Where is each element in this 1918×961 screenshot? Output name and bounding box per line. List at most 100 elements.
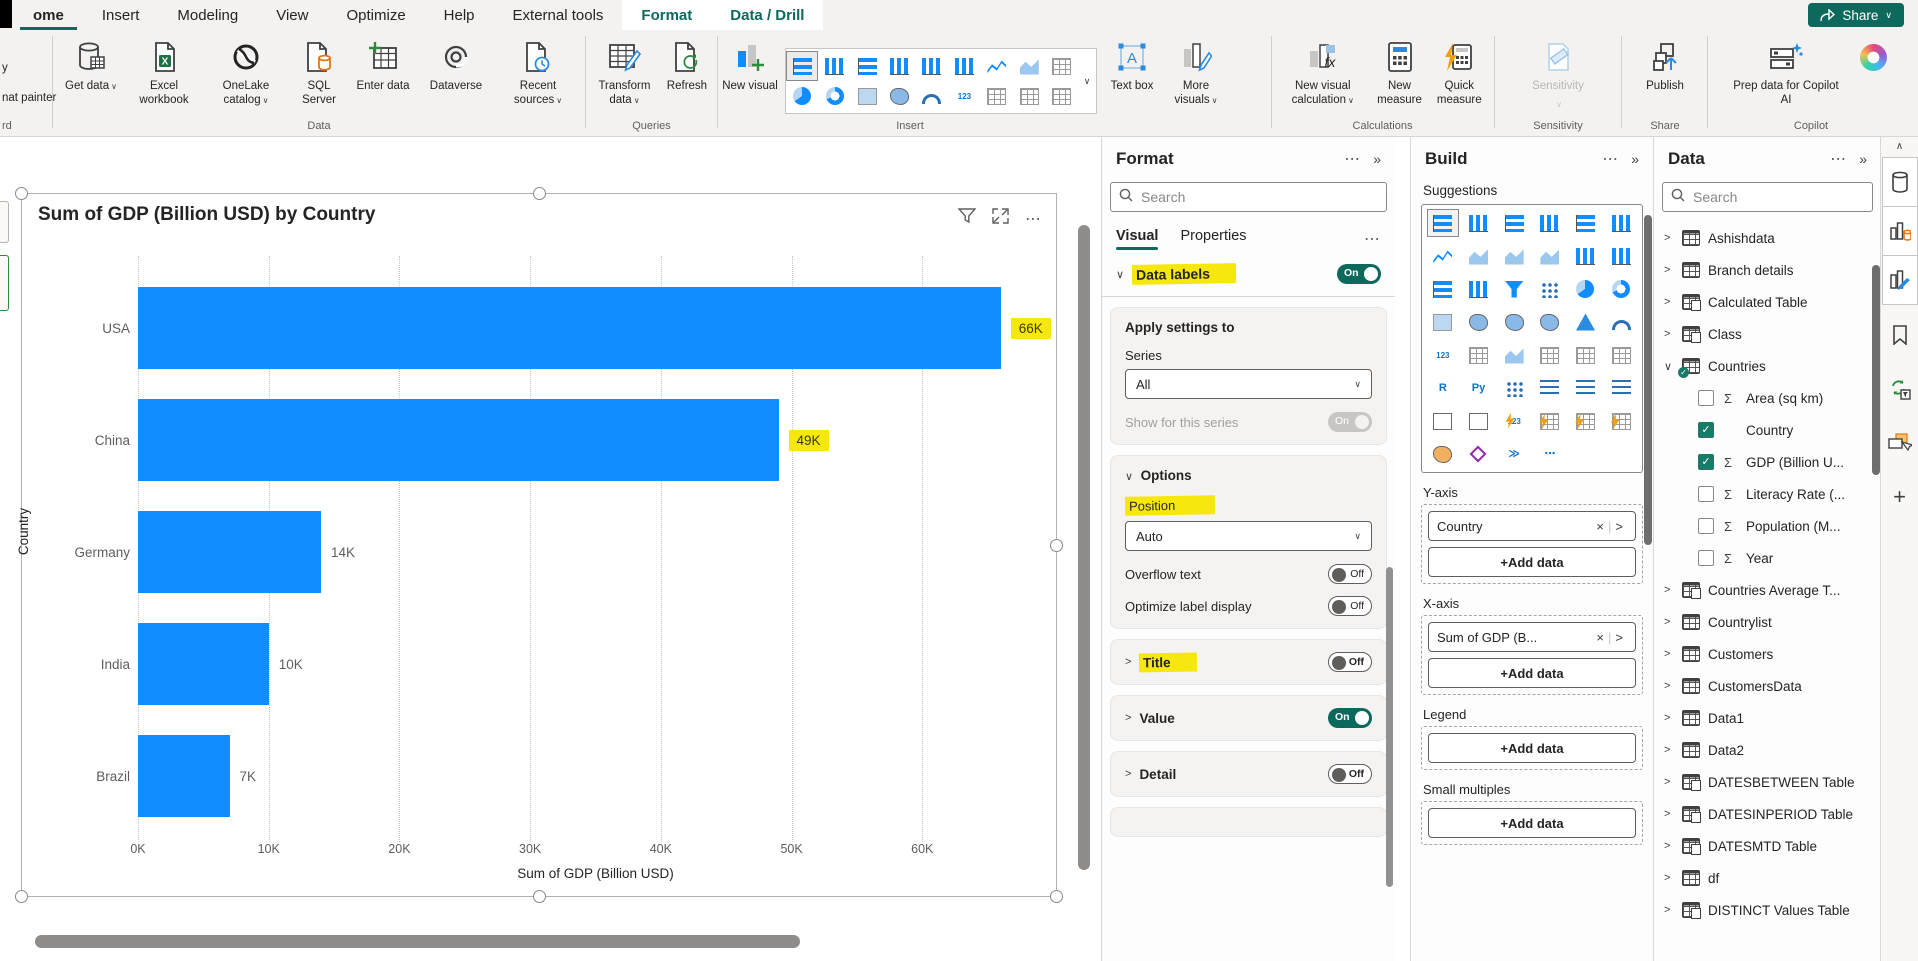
line-chart-icon[interactable] xyxy=(1428,243,1458,269)
data-pane-rail-button[interactable] xyxy=(1881,157,1918,207)
donut-chart-icon[interactable] xyxy=(1606,276,1636,302)
new-visual-button[interactable]: New visual xyxy=(721,40,779,94)
add-data-button[interactable]: +Add data xyxy=(1428,658,1636,688)
y-axis-well[interactable]: Country × | > +Add data xyxy=(1421,504,1643,584)
collapse-pane-icon[interactable]: » xyxy=(1859,151,1867,167)
title-card[interactable]: > Title Off xyxy=(1110,639,1387,685)
share-button[interactable]: Share ∨ xyxy=(1808,3,1904,27)
metrics-icon[interactable] xyxy=(1428,408,1458,434)
card-icon[interactable]: 123 xyxy=(1428,342,1458,368)
selection-rail-button[interactable] xyxy=(1882,419,1918,467)
field-pill-country[interactable]: Country × | > xyxy=(1428,511,1636,541)
stacked-bar-chart-icon[interactable] xyxy=(786,51,819,81)
table-item[interactable]: > DISTINCT Values Table xyxy=(1654,894,1881,926)
small-multiples-well[interactable]: +Add data xyxy=(1421,801,1643,845)
collapse-pane-icon[interactable]: » xyxy=(1631,151,1639,167)
excel-workbook-button[interactable]: X Excel workbook xyxy=(126,40,202,108)
table-item[interactable]: > Data2 xyxy=(1654,734,1881,766)
bar-germany[interactable] xyxy=(138,511,321,593)
chevron-up-icon[interactable]: ∧ xyxy=(1896,141,1903,152)
transform-data-button[interactable]: Transform data xyxy=(589,40,660,108)
detail-card[interactable]: > Detail Off xyxy=(1110,751,1387,797)
search-input[interactable] xyxy=(1693,189,1874,205)
matrix-icon[interactable] xyxy=(1047,82,1077,110)
more-visuals-button[interactable]: More visuals xyxy=(1167,40,1225,108)
new-text-slicer-icon[interactable] xyxy=(1570,408,1600,434)
remove-field-icon[interactable]: × xyxy=(1592,519,1608,534)
bookmarks-rail-button[interactable] xyxy=(1882,311,1918,359)
gauge-icon[interactable] xyxy=(1606,309,1636,335)
more-options-icon[interactable]: ⋯ xyxy=(1830,149,1847,169)
tab-home[interactable]: ome xyxy=(14,0,83,30)
field-checkbox[interactable]: ✓ xyxy=(1698,422,1714,438)
field-options-icon[interactable]: > xyxy=(1611,630,1627,645)
line-chart-icon[interactable] xyxy=(982,52,1012,80)
text-box-button[interactable]: A Text box xyxy=(1103,40,1161,94)
format-pane-rail-button[interactable] xyxy=(1881,255,1918,305)
collapse-pane-icon[interactable]: » xyxy=(1373,151,1381,167)
table-icon[interactable] xyxy=(1014,82,1044,110)
field-item[interactable]: Σ Literacy Rate (... xyxy=(1654,478,1881,510)
sync-slicers-rail-button[interactable] xyxy=(1882,365,1918,413)
quick-measure-button[interactable]: Quick measure xyxy=(1430,40,1488,108)
chevron-right-icon[interactable]: > xyxy=(1664,712,1682,724)
edge-button-partial-2[interactable] xyxy=(0,255,9,311)
tab-view[interactable]: View xyxy=(257,0,327,30)
chevron-right-icon[interactable]: > xyxy=(1664,264,1682,276)
search-input[interactable] xyxy=(1141,189,1378,205)
recent-sources-button[interactable]: Recent sources xyxy=(500,40,576,108)
more-options-icon[interactable]: ⋯ xyxy=(1364,229,1381,249)
chevron-right-icon[interactable]: > xyxy=(1664,808,1682,820)
copilot-button[interactable] xyxy=(1855,40,1891,74)
chevron-right-icon[interactable]: > xyxy=(1664,840,1682,852)
filled-map-icon[interactable] xyxy=(1499,309,1529,335)
chevron-right-icon[interactable]: > xyxy=(1664,648,1682,660)
field-item[interactable]: Σ Year xyxy=(1654,542,1881,574)
100-stacked-bar-chart-icon[interactable] xyxy=(1570,210,1600,236)
bar-china[interactable] xyxy=(138,399,779,481)
bar-brazil[interactable] xyxy=(138,735,230,817)
get-data-button[interactable]: Get data xyxy=(62,40,120,94)
field-item[interactable]: Σ Population (M... xyxy=(1654,510,1881,542)
area-chart-icon[interactable] xyxy=(1463,243,1493,269)
line-and-clustered-column-chart-icon[interactable] xyxy=(949,52,979,80)
more-visuals-icon[interactable]: ⋯ xyxy=(1535,441,1565,467)
column-chart-icon[interactable] xyxy=(885,52,915,80)
tab-data-drill[interactable]: Data / Drill xyxy=(711,0,824,30)
slicer-icon[interactable] xyxy=(1047,52,1077,80)
table-item[interactable]: > Branch details xyxy=(1654,254,1881,286)
power-automate-icon[interactable]: ≫ xyxy=(1499,441,1529,467)
bar-india[interactable] xyxy=(138,623,269,705)
chevron-right-icon[interactable]: > xyxy=(1664,904,1682,916)
slicer-icon[interactable] xyxy=(1535,342,1565,368)
resize-handle-right-middle[interactable] xyxy=(1050,539,1063,552)
data-pane-scrollbar[interactable] xyxy=(1872,265,1880,475)
refresh-button[interactable]: Refresh xyxy=(660,40,714,94)
chevron-right-icon[interactable]: > xyxy=(1664,584,1682,596)
table-item[interactable]: > df xyxy=(1654,862,1881,894)
table-item[interactable]: > Data1 xyxy=(1654,702,1881,734)
resize-handle-bottom-left[interactable] xyxy=(15,890,28,903)
bar-chart-visual[interactable]: Sum of GDP (Billion USD) by Country ⋯ Co… xyxy=(15,187,1063,903)
resize-handle-top-center[interactable] xyxy=(533,187,546,200)
position-dropdown[interactable]: Auto ∨ xyxy=(1125,521,1372,551)
map-icon[interactable] xyxy=(885,82,915,110)
format-pane-scrollbar[interactable] xyxy=(1386,567,1393,887)
add-data-button[interactable]: +Add data xyxy=(1428,733,1636,763)
optimize-label-display-toggle[interactable]: Off xyxy=(1328,596,1372,616)
new-slicer-icon[interactable] xyxy=(1535,408,1565,434)
shape-map-icon[interactable] xyxy=(1535,309,1565,335)
report-canvas[interactable]: Sum of GDP (Billion USD) by Country ⋯ Co… xyxy=(0,137,1100,961)
title-toggle[interactable]: Off xyxy=(1328,652,1372,672)
filter-icon[interactable] xyxy=(957,208,977,229)
chevron-right-icon[interactable]: > xyxy=(1664,328,1682,340)
smart-narrative-icon[interactable] xyxy=(1606,375,1636,401)
bar-usa[interactable] xyxy=(138,287,1001,369)
chevron-right-icon[interactable]: > xyxy=(1664,232,1682,244)
new-visual-calculation-button[interactable]: fx New visual calculation xyxy=(1277,40,1369,108)
pie-chart-icon[interactable] xyxy=(1570,276,1600,302)
decomposition-tree-icon[interactable] xyxy=(1535,375,1565,401)
chevron-right-icon[interactable]: > xyxy=(1664,616,1682,628)
more-options-icon[interactable]: ⋯ xyxy=(1602,149,1619,169)
treemap-icon[interactable] xyxy=(852,82,882,110)
